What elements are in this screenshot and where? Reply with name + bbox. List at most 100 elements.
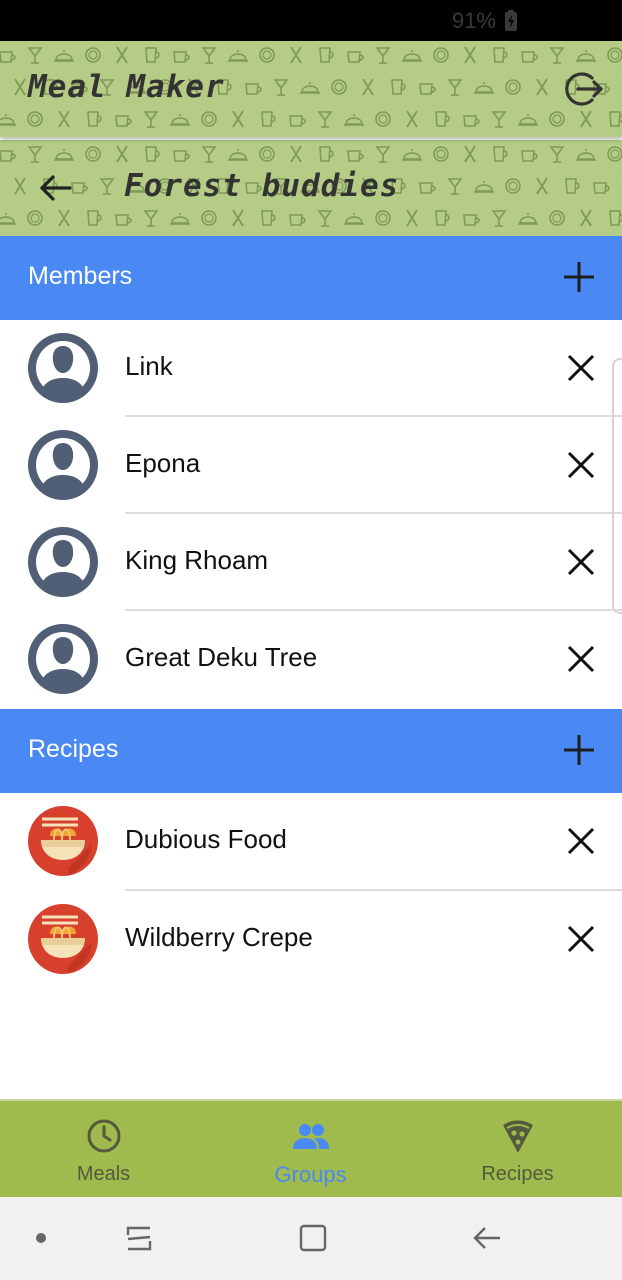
food-pattern-glyph: [143, 111, 159, 128]
food-pattern-glyph: [375, 210, 391, 226]
recipe-row[interactable]: Dubious Food: [0, 793, 622, 891]
home-icon[interactable]: [296, 1221, 330, 1255]
food-pattern-glyph: [521, 51, 538, 63]
nav-recipes[interactable]: Recipes: [414, 1101, 621, 1199]
food-pattern-glyph: [419, 83, 436, 95]
member-row[interactable]: Link: [0, 320, 622, 417]
food-pattern-glyph: [607, 47, 622, 63]
food-pattern-glyph: [173, 150, 190, 162]
food-pattern-glyph: [375, 111, 391, 127]
food-pattern-glyph: [261, 111, 276, 127]
members-list: Link Epona King Rhoam Great Deku Tree: [0, 320, 622, 708]
food-pattern-glyph: [85, 47, 101, 63]
food-pattern-glyph: [289, 214, 306, 226]
food-pattern-glyph: [232, 110, 244, 128]
food-pattern-glyph: [464, 145, 476, 163]
food-pattern-glyph: [0, 114, 16, 126]
food-pattern-glyph: [290, 145, 302, 163]
member-name: Link: [125, 351, 173, 381]
nav-groups[interactable]: Groups: [207, 1101, 414, 1199]
food-pattern-glyph: [549, 146, 565, 163]
nav-meals-label: Meals: [76, 1163, 131, 1185]
food-pattern-glyph: [228, 50, 248, 62]
scroll-edge-indicator: [612, 358, 622, 614]
noodle-bowl-icon: [28, 904, 98, 974]
member-row[interactable]: Epona: [0, 417, 622, 514]
back-icon[interactable]: [470, 1221, 504, 1255]
food-pattern-glyph: [58, 110, 70, 128]
food-pattern-glyph: [474, 181, 494, 193]
member-name: King Rhoam: [125, 545, 269, 575]
food-pattern-glyph: [474, 82, 494, 94]
food-pattern-glyph: [406, 209, 418, 227]
food-pattern-glyph: [170, 213, 190, 225]
person-avatar-icon: [28, 333, 98, 403]
food-pattern-glyph: [319, 146, 334, 162]
add-member-plus-icon[interactable]: [562, 260, 596, 294]
food-pattern-glyph: [143, 210, 159, 227]
remove-member-close-icon[interactable]: [566, 644, 596, 674]
food-pattern-glyph: [317, 111, 333, 128]
food-pattern-glyph: [565, 178, 580, 194]
bottom-navigation: Meals Groups Recipes: [0, 1099, 622, 1197]
food-pattern-glyph: [87, 111, 102, 127]
food-pattern-glyph: [27, 210, 43, 226]
food-pattern-glyph: [0, 213, 16, 225]
food-pattern-glyph: [0, 51, 16, 63]
food-pattern-glyph: [289, 115, 306, 127]
status-bar: 91%: [0, 0, 622, 41]
food-pattern-glyph: [435, 210, 450, 226]
group-title: Forest buddies: [124, 168, 400, 204]
food-pattern-glyph: [518, 213, 538, 225]
food-pattern-glyph: [259, 146, 275, 162]
recipes-section-header: Recipes: [0, 709, 622, 793]
food-pattern-glyph: [536, 177, 548, 195]
food-pattern-glyph: [463, 115, 480, 127]
food-pattern-glyph: [273, 79, 289, 96]
food-pattern-glyph: [402, 149, 422, 161]
member-row[interactable]: Great Deku Tree: [0, 611, 622, 708]
food-pattern-glyph: [549, 111, 565, 127]
recipe-row[interactable]: Wildberry Crepe: [0, 891, 622, 989]
food-pattern-glyph: [433, 146, 449, 162]
food-pattern-glyph: [201, 210, 217, 226]
food-pattern-glyph: [609, 210, 622, 226]
food-pattern-glyph: [549, 47, 565, 64]
clock-icon: [87, 1119, 120, 1153]
food-pattern-glyph: [505, 178, 521, 194]
food-pattern-glyph: [0, 150, 16, 162]
remove-recipe-close-icon[interactable]: [566, 826, 596, 856]
logout-icon[interactable]: [564, 69, 604, 109]
food-pattern-glyph: [116, 145, 128, 163]
food-pattern-glyph: [549, 210, 565, 226]
food-pattern-glyph: [14, 177, 26, 195]
food-pattern-glyph: [99, 178, 115, 195]
member-row[interactable]: King Rhoam: [0, 514, 622, 611]
recipes-header-label: Recipes: [28, 735, 119, 763]
food-pattern-glyph: [317, 210, 333, 227]
food-pattern-glyph: [71, 182, 88, 194]
food-pattern-glyph: [54, 149, 74, 161]
food-pattern-glyph: [300, 82, 320, 94]
nav-meals[interactable]: Meals: [0, 1101, 207, 1199]
dot-icon[interactable]: [24, 1221, 58, 1255]
remove-recipe-close-icon[interactable]: [566, 924, 596, 954]
food-pattern-glyph: [347, 150, 364, 162]
remove-member-close-icon[interactable]: [566, 547, 596, 577]
add-recipe-plus-icon[interactable]: [562, 733, 596, 767]
food-pattern-glyph: [493, 146, 508, 162]
arrow-back-icon[interactable]: [38, 170, 74, 206]
food-pattern-glyph: [331, 79, 347, 95]
food-pattern-glyph: [491, 210, 507, 227]
remove-member-close-icon[interactable]: [566, 450, 596, 480]
food-pattern-glyph: [344, 213, 364, 225]
food-pattern-glyph: [419, 182, 436, 194]
food-pattern-glyph: [115, 214, 132, 226]
food-pattern-glyph: [580, 110, 592, 128]
remove-member-close-icon[interactable]: [566, 353, 596, 383]
nav-groups-label: Groups: [274, 1162, 347, 1187]
recent-apps-icon[interactable]: [122, 1221, 156, 1255]
food-pattern-glyph: [85, 146, 101, 162]
food-pattern-glyph: [145, 146, 160, 162]
food-pattern-glyph: [232, 209, 244, 227]
